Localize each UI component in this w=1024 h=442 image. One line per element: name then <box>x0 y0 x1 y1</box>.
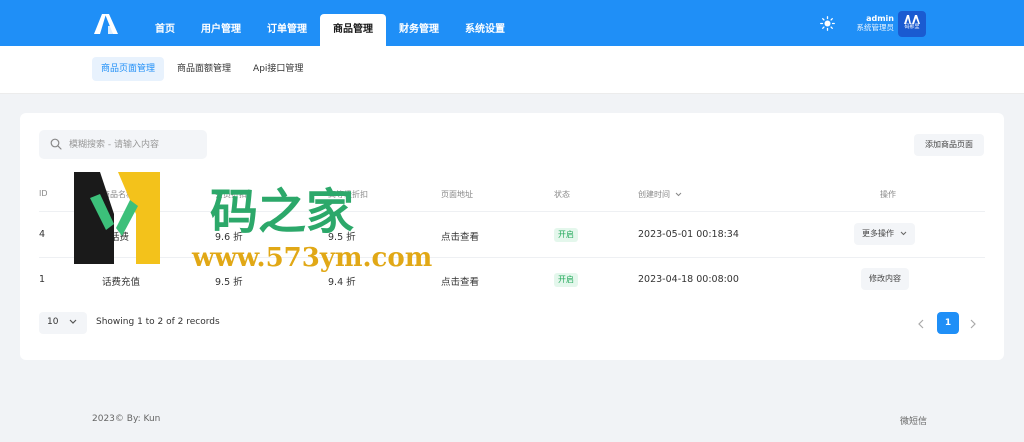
top-navbar: 首页 用户管理 订单管理 商品管理 财务管理 系统设置 admin 系统管理员 … <box>0 0 1024 46</box>
subnav-product-denominations[interactable]: 商品面额管理 <box>168 57 240 81</box>
sub-nav: 商品页面管理 商品面额管理 Api接口管理 <box>92 57 312 81</box>
avatar[interactable]: 码那里 <box>898 11 926 37</box>
status-badge: 开启 <box>554 228 578 242</box>
watermark-overlay: 码之家 www.573ym.com <box>74 172 432 273</box>
col-header-created[interactable]: 创建时间 <box>638 189 682 200</box>
more-actions-button[interactable]: 更多操作 <box>854 223 915 245</box>
avatar-logo-icon <box>904 15 920 24</box>
search-icon <box>50 138 62 150</box>
main-nav: 首页 用户管理 订单管理 商品管理 财务管理 系统设置 <box>142 14 518 46</box>
nav-finance[interactable]: 财务管理 <box>386 14 452 46</box>
col-header-id: ID <box>39 189 48 198</box>
edit-content-button[interactable]: 修改内容 <box>861 268 909 290</box>
status-badge: 开启 <box>554 273 578 287</box>
nav-settings[interactable]: 系统设置 <box>452 14 518 46</box>
user-role: 系统管理员 <box>856 23 895 32</box>
nav-orders[interactable]: 订单管理 <box>254 14 320 46</box>
next-page-chevron-right-icon[interactable] <box>965 316 981 332</box>
page-size-value: 10 <box>47 317 59 327</box>
records-summary: Showing 1 to 2 of 2 records <box>96 317 220 327</box>
subnav-api-management[interactable]: Api接口管理 <box>244 57 312 81</box>
theme-toggle-sun-icon[interactable] <box>820 16 835 31</box>
prev-page-chevron-left-icon[interactable] <box>913 316 929 332</box>
row-created: 2023-04-18 00:08:00 <box>638 274 739 285</box>
col-header-created-label: 创建时间 <box>638 190 670 199</box>
user-info[interactable]: admin 系统管理员 <box>846 14 895 32</box>
nav-users[interactable]: 用户管理 <box>188 14 254 46</box>
row-id: 4 <box>39 229 46 240</box>
nav-products[interactable]: 商品管理 <box>320 14 386 46</box>
sort-chevron-down-icon[interactable] <box>675 192 682 197</box>
page-size-select[interactable]: 10 <box>39 312 87 334</box>
row-id: 1 <box>39 274 46 285</box>
watermark-m-logo-icon <box>74 172 160 264</box>
user-name: admin <box>866 14 894 23</box>
footer-copyright: 2023© By: Kun <box>92 414 161 424</box>
add-product-page-button[interactable]: 添加商品页面 <box>914 134 984 156</box>
subnav-product-pages[interactable]: 商品页面管理 <box>92 57 165 81</box>
col-header-ops: 操作 <box>880 190 896 199</box>
chevron-down-icon <box>69 319 77 324</box>
search-box <box>39 130 207 159</box>
col-header-status: 状态 <box>554 190 570 199</box>
chevron-down-icon <box>900 231 906 236</box>
page-number-current[interactable]: 1 <box>937 312 959 334</box>
more-actions-label: 更多操作 <box>862 229 894 238</box>
watermark-title: 码之家 <box>210 184 354 240</box>
avatar-text: 码那里 <box>904 24 920 30</box>
footer-brand-link[interactable]: 微短信 <box>900 414 927 427</box>
nav-home[interactable]: 首页 <box>142 14 188 46</box>
sub-navbar: 商品页面管理 商品面额管理 Api接口管理 <box>0 46 1024 94</box>
row-created: 2023-05-01 00:18:34 <box>638 229 739 240</box>
brand-logo-icon[interactable] <box>92 12 122 36</box>
watermark-url: www.573ym.com <box>191 243 432 273</box>
search-input[interactable] <box>69 135 201 154</box>
